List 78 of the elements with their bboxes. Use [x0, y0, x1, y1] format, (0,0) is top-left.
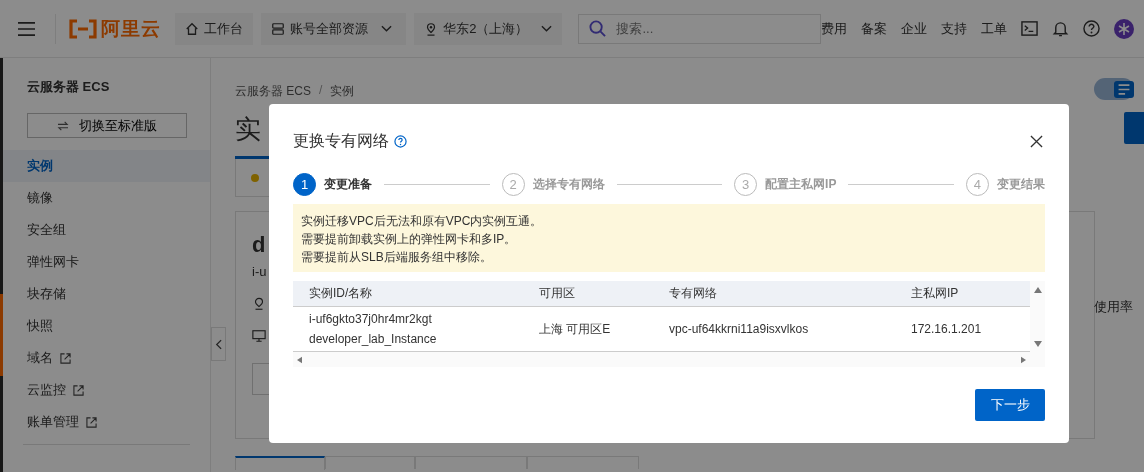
table-cell-text: 172.16.1.201 [911, 321, 983, 338]
nav-button[interactable]: 华东2（上海） [414, 12, 563, 45]
search-icon [589, 20, 607, 37]
sidebar-item-label: 账单管理 [27, 413, 79, 431]
sidebar-item[interactable]: 弹性网卡 [3, 246, 210, 278]
close-icon[interactable] [1030, 134, 1043, 148]
sidebar-item-label: 快照 [27, 317, 53, 335]
bell-icon[interactable] [1052, 20, 1069, 37]
sidebar-item[interactable]: 账单管理 [3, 406, 210, 438]
sidebar-item[interactable]: 实例 [3, 150, 210, 182]
monitor-icon [252, 329, 266, 343]
column-header: 主私网IP [911, 285, 960, 302]
help-icon[interactable] [394, 134, 407, 148]
scroll-up-icon[interactable] [1033, 287, 1042, 293]
scroll-right-icon[interactable] [1021, 355, 1026, 364]
top-link[interactable]: 工单 [981, 19, 1007, 38]
column-header: 专有网络 [669, 285, 718, 302]
swap-icon [57, 120, 69, 131]
list-icon [1114, 80, 1134, 98]
search-input[interactable]: 搜索... [614, 20, 739, 37]
terminal-icon[interactable] [1021, 20, 1038, 37]
notice-text: 实例迁移VPC后无法和原有VPC内实例互通。 [301, 213, 544, 230]
sidebar-title: 云服务器 ECS [26, 78, 111, 96]
table-cell-text: i-uf6gkto37j0hr4mr2kgt developer_lab_Instance [309, 311, 438, 348]
bracket-logo-icon [68, 18, 99, 39]
collapse-button[interactable] [211, 327, 226, 361]
sidebar-item-label: 安全组 [27, 221, 66, 239]
top-link[interactable]: 备案 [861, 19, 887, 38]
sidebar-item-label: 实例 [27, 157, 53, 175]
step-number: 1 [293, 172, 316, 196]
sidebar-item-label: 镜像 [27, 189, 53, 207]
bottom-tab[interactable] [235, 456, 325, 470]
search-field[interactable]: 搜索... [578, 13, 821, 44]
top-link[interactable]: 费用 [821, 19, 847, 38]
column-header: 可用区 [539, 285, 576, 302]
sidebar-item[interactable]: 快照 [3, 310, 210, 342]
instance-name: d [252, 232, 266, 258]
step-label: 配置主私网IP [765, 175, 837, 193]
sidebar-item-label: 云监控 [27, 381, 66, 399]
sidebar-item-label: 域名 [27, 349, 53, 367]
next-step-button[interactable]: 下一步 [975, 389, 1045, 421]
column-header: 实例ID/名称 [309, 285, 374, 302]
notice-text: 需要提前从SLB后端服务组中移除。 [301, 249, 493, 266]
page-title: 实 [235, 113, 261, 146]
sidebar-item[interactable]: 域名 [3, 342, 210, 374]
toggle-switch[interactable] [1094, 78, 1134, 100]
sidebar-item[interactable]: 镜像 [3, 182, 210, 214]
scroll-down-icon[interactable] [1033, 341, 1042, 347]
avatar-icon[interactable] [1114, 18, 1134, 39]
sidebar-item-label: 块存储 [27, 285, 66, 303]
location-pin-icon [252, 297, 266, 311]
dialog-title: 更换专有网络 [293, 130, 389, 151]
table-cell-text: vpc-uf64kkrni11a9isxvlkos [669, 321, 810, 338]
breadcrumb-current: 实例 [330, 83, 355, 100]
instance-id: i-u [252, 264, 268, 279]
metric-label: 使用率 [1094, 298, 1133, 316]
nav-button[interactable]: 工作台 [175, 12, 254, 45]
nav-button[interactable]: 账号全部资源 [261, 12, 407, 45]
top-link[interactable]: 支持 [941, 19, 967, 38]
breadcrumb-link[interactable]: 云服务器 ECS [235, 83, 311, 100]
step-label: 变更准备 [324, 175, 372, 193]
home-icon [185, 21, 200, 36]
server-icon [271, 21, 286, 36]
notice-text: 需要提前卸载实例上的弹性网卡和多IP。 [301, 231, 518, 248]
sidebar-item[interactable]: 块存储 [3, 278, 210, 310]
sidebar-item-label: 弹性网卡 [27, 253, 79, 271]
menu-icon[interactable] [18, 20, 36, 37]
switch-version-button[interactable]: 切换至标准版 [27, 113, 187, 138]
chevron-left-icon [215, 338, 222, 350]
table-cell-text: 上海 可用区E [539, 321, 612, 338]
sidebar-item[interactable]: 安全组 [3, 214, 210, 246]
scroll-left-icon[interactable] [297, 355, 302, 364]
sidebar-item[interactable]: 云监控 [3, 374, 210, 406]
step-label: 选择专有网络 [532, 175, 605, 193]
step-label: 变更结果 [997, 175, 1045, 193]
breadcrumb-separator: / [319, 83, 323, 99]
help-icon[interactable] [1083, 20, 1100, 37]
top-link[interactable]: 企业 [901, 19, 927, 38]
